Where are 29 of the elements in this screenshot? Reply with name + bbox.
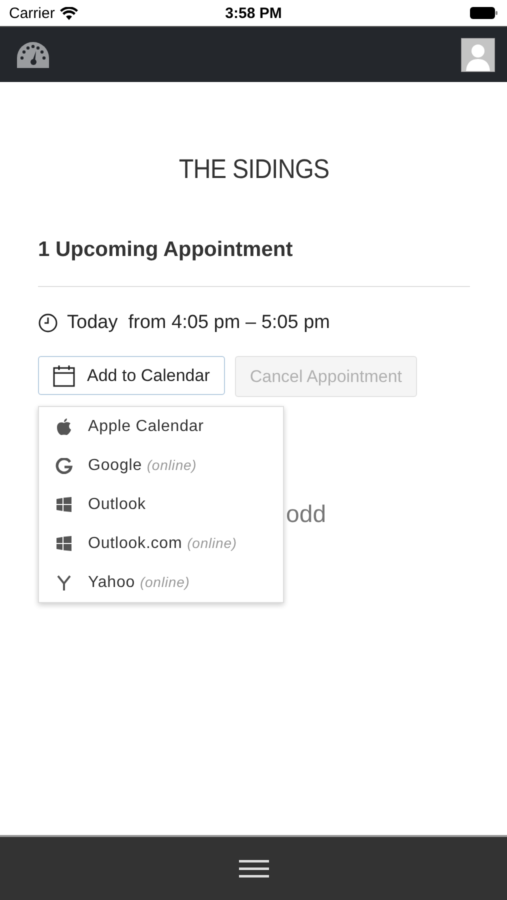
option-label: Apple Calendar <box>88 418 204 436</box>
brand-title: THE SIDINGS <box>178 154 330 185</box>
avatar-icon[interactable] <box>461 38 495 72</box>
appointment-time: Today from 4:05 pm – 5:05 pm <box>67 312 330 334</box>
menu-icon[interactable] <box>238 858 268 878</box>
partial-text: odd <box>286 501 326 529</box>
calendar-option[interactable]: Outlook <box>39 485 283 524</box>
calendar-option[interactable]: Apple Calendar <box>39 407 283 446</box>
add-to-calendar-button[interactable]: Add to Calendar <box>38 356 225 395</box>
option-label: Yahoo (online) <box>88 574 190 592</box>
appointments-heading: 1 Upcoming Appointment <box>38 238 294 262</box>
dashboard-gauge-icon[interactable] <box>16 40 50 68</box>
calendar-option[interactable]: Yahoo (online) <box>39 563 283 602</box>
option-label: Outlook <box>88 496 146 514</box>
calendar-option[interactable]: Google (online) <box>39 446 283 485</box>
option-label: Google (online) <box>88 456 197 474</box>
apple-icon <box>55 418 73 436</box>
clock-icon <box>38 313 58 333</box>
windows-icon <box>55 536 73 551</box>
g-letter-icon <box>55 458 73 474</box>
calendar-option[interactable]: Outlook.com (online) <box>39 524 283 563</box>
battery-icon <box>470 7 498 19</box>
carrier-label: Carrier <box>9 4 55 22</box>
windows-icon <box>55 497 73 512</box>
calendar-icon <box>53 364 75 386</box>
clock-time: 3:58 PM <box>225 4 282 22</box>
option-label: Outlook.com (online) <box>88 534 237 552</box>
wifi-icon <box>60 6 78 20</box>
y-letter-icon <box>55 574 73 590</box>
